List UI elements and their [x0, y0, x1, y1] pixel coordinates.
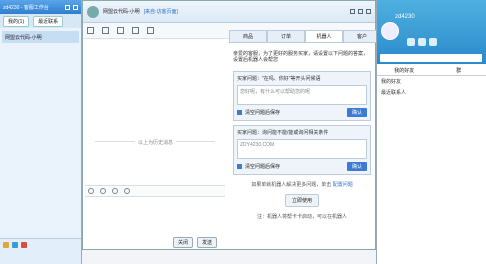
- app-icon[interactable]: [21, 242, 27, 248]
- emoji-icon[interactable]: [100, 188, 106, 194]
- close-icon[interactable]: [366, 9, 371, 14]
- checkbox-label: 清空问题后保存: [245, 164, 281, 170]
- group-item[interactable]: 我的好友: [377, 76, 486, 87]
- toolbar-icon[interactable]: [147, 27, 154, 34]
- workbench-bottom-bar: [0, 238, 81, 264]
- qa-question: 买家问题：询问能不能/能或询问相关条件: [237, 130, 329, 136]
- chat-window: 网盟云代码-小明 [来自:访客页面] 商品 订单 机器人 客户 以上为历史消息 …: [82, 0, 381, 250]
- toolbar-icon[interactable]: [102, 27, 109, 34]
- workbench-tabs: 我的(1) 最近联系: [0, 14, 81, 28]
- tab-groups[interactable]: 群: [432, 64, 486, 75]
- config-link[interactable]: 配置问题: [333, 182, 353, 188]
- toolbar-icon[interactable]: [87, 27, 94, 34]
- confirm-button[interactable]: 确认: [346, 108, 367, 117]
- close-button[interactable]: 关闭: [173, 237, 194, 248]
- contacts-tabs: 我的好友 群: [377, 64, 486, 76]
- editor-toolbar: [85, 185, 225, 197]
- mail-icon[interactable]: [407, 38, 415, 46]
- file-icon[interactable]: [418, 38, 426, 46]
- avatar[interactable]: [381, 22, 399, 40]
- minimize-icon[interactable]: [65, 4, 70, 10]
- contacts-panel: zd4230 我的好友 群 我的好友 最近联系人: [376, 0, 486, 264]
- toolbar-icon[interactable]: [132, 27, 139, 34]
- toolbar-icon[interactable]: [117, 27, 124, 34]
- chat-icon[interactable]: [429, 38, 437, 46]
- checkbox[interactable]: [237, 110, 242, 115]
- robot-note: 如果单就机器人解决更多问题，单击 配置问题: [229, 181, 375, 188]
- qa-card: 买家问题：询问能不能/能或询问相关条件 ZDY4230.COM 清空问题后保存 …: [233, 125, 371, 175]
- note-text: 如果单就机器人解决更多问题，单击: [251, 182, 332, 188]
- image-icon[interactable]: [112, 188, 118, 194]
- close-icon[interactable]: [73, 4, 78, 10]
- qa-card: 买家问题："在吗、你好"等开头问候语 您好呢，有什么可以帮助您的呢 清空问题后保…: [233, 71, 371, 121]
- robot-tip: 注：机器人将帮卡卡启动，可以在机器人: [256, 214, 347, 220]
- screenshot-icon[interactable]: [124, 188, 130, 194]
- contacts-header: zd4230: [377, 0, 486, 64]
- chat-title: 网盟云代码-小明: [103, 9, 140, 15]
- contact-name: 网盟云代码-小明: [5, 34, 42, 41]
- side-tabs: 商品 订单 机器人 客户: [229, 30, 381, 43]
- user-name: zd4230: [395, 14, 415, 20]
- chat-header: 网盟云代码-小明 [来自:访客页面]: [83, 1, 375, 23]
- qa-answer-field[interactable]: 您好呢，有什么可以帮助您的呢: [237, 85, 367, 105]
- minimize-icon[interactable]: [350, 9, 355, 14]
- robot-intro: 亲爱的客服，为了更好的服务买家，请设置以下问题的答案，设置后机器人会帮您: [233, 51, 369, 63]
- history-label: 以上为历史消息: [135, 139, 177, 146]
- tab-robot[interactable]: 机器人: [305, 30, 343, 43]
- qa-answer-field[interactable]: ZDY4230.COM: [237, 139, 367, 159]
- tab-goods[interactable]: 商品: [229, 30, 267, 43]
- send-button[interactable]: 发送: [197, 237, 218, 248]
- avatar: [87, 5, 99, 18]
- tab-recent[interactable]: 最近联系: [33, 15, 64, 27]
- checkbox[interactable]: [237, 164, 242, 169]
- workbench-titlebar: zd4230 - 客服工作台: [0, 0, 81, 14]
- maximize-icon[interactable]: [358, 9, 363, 14]
- tab-friends[interactable]: 我的好友: [377, 64, 432, 75]
- tab-mine[interactable]: 我的(1): [3, 15, 30, 27]
- robot-panel: 亲爱的客服，为了更好的服务买家，请设置以下问题的答案，设置后机器人会帮您 买家问…: [229, 47, 375, 247]
- checkbox-label: 清空问题后保存: [245, 110, 281, 116]
- group-item[interactable]: 最近联系人: [377, 87, 486, 98]
- contact-item[interactable]: 网盟云代码-小明: [2, 31, 79, 43]
- app-icon[interactable]: [3, 242, 9, 248]
- workbench-title: zd4230 - 客服工作台: [3, 4, 49, 11]
- confirm-button[interactable]: 确认: [346, 162, 367, 171]
- send-buttons: 关闭 发送: [173, 237, 218, 248]
- message-area: 以上为历史消息: [85, 41, 225, 181]
- search-input[interactable]: [380, 54, 482, 62]
- qa-question: 买家问题："在吗、你好"等开头问候语: [237, 76, 321, 82]
- tab-orders[interactable]: 订单: [267, 30, 305, 43]
- workbench-window: zd4230 - 客服工作台 我的(1) 最近联系 网盟云代码-小明: [0, 0, 82, 264]
- chat-subtitle: [来自:访客页面]: [143, 9, 178, 15]
- app-icon[interactable]: [12, 242, 18, 248]
- start-button[interactable]: 立即使用: [285, 194, 319, 207]
- font-icon[interactable]: [88, 188, 94, 194]
